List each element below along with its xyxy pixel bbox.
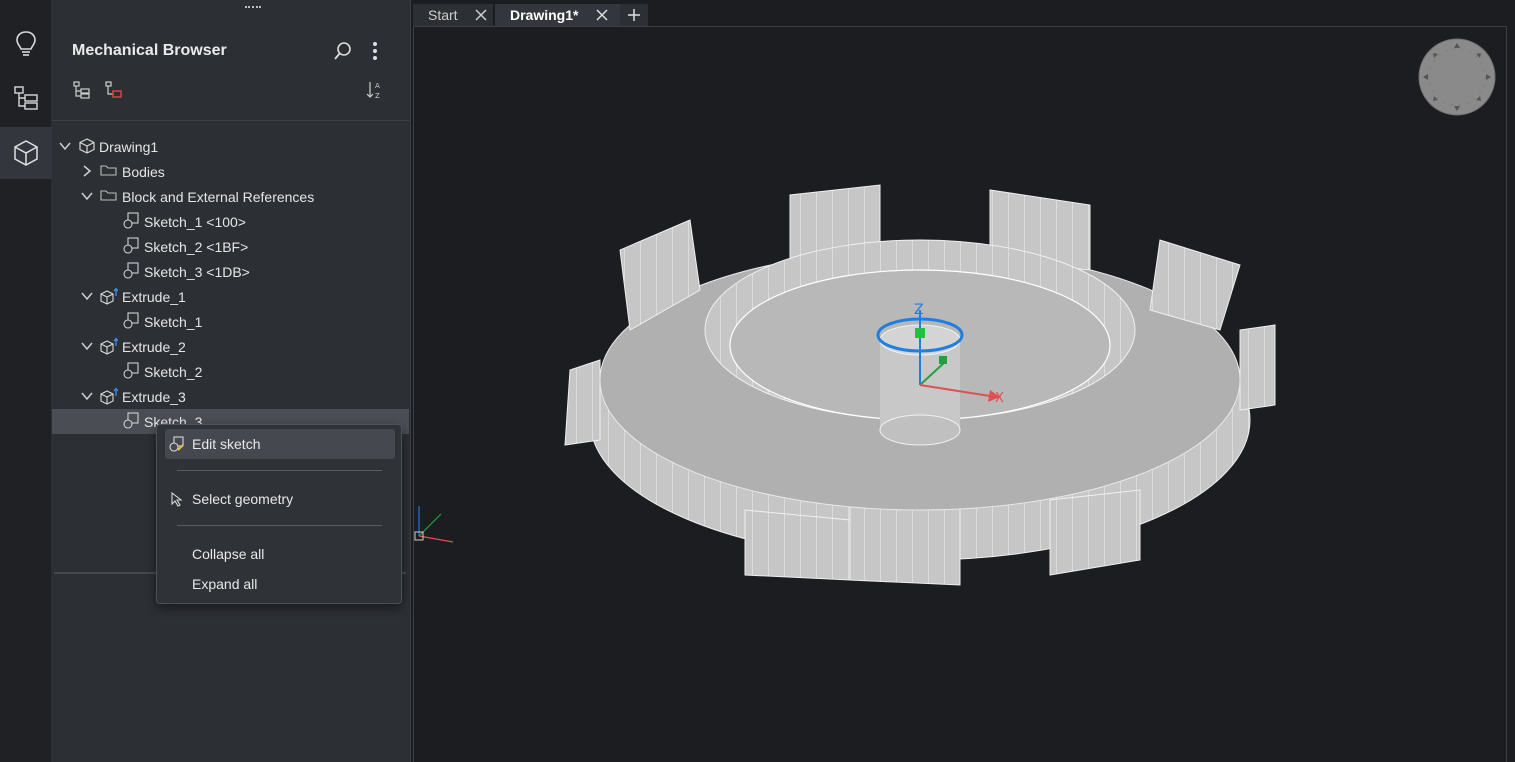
lightbulb-icon[interactable] (0, 18, 52, 70)
folder-icon (100, 187, 118, 205)
mechanical-browser-icon[interactable] (0, 127, 52, 179)
tree-row-sketch3-ref[interactable]: Sketch_3 <1DB> (52, 259, 409, 284)
menu-separator (177, 470, 382, 471)
chevron-down-icon[interactable] (80, 189, 94, 203)
ucs-axis-icon (413, 506, 457, 550)
sort-az-icon[interactable]: AZ (366, 80, 386, 100)
context-menu: Edit sketch Select geometry Collapse all… (156, 424, 402, 604)
menu-separator (177, 525, 382, 526)
browser-tree-red-icon[interactable] (104, 80, 124, 100)
navigation-wheel[interactable] (1418, 38, 1496, 116)
tab-drawing1[interactable]: Drawing1* (495, 4, 631, 26)
tree-row-drawing1[interactable]: Drawing1 (52, 134, 409, 159)
document-tab-bar: Start Drawing1* (413, 0, 1515, 26)
tree-row-sketch1-ref[interactable]: Sketch_1 <100> (52, 209, 409, 234)
chevron-down-icon[interactable] (80, 389, 94, 403)
left-rail (0, 0, 52, 762)
tree-row-extrude2[interactable]: Extrude_2 (52, 334, 409, 359)
new-tab-button[interactable] (620, 4, 648, 26)
tree-row-bodies[interactable]: Bodies (52, 159, 409, 184)
extrude-icon (100, 287, 119, 305)
tree-row-block-references[interactable]: Block and External References (52, 184, 409, 209)
sketch-icon (122, 362, 140, 380)
browser-filter-icon[interactable] (72, 80, 92, 100)
svg-text:A: A (375, 82, 380, 90)
mechanical-browser-panel: Mechanical Browser AZ Drawing1 Bodies Bl… (52, 0, 411, 762)
chevron-down-icon[interactable] (80, 339, 94, 353)
sketch-icon (122, 262, 140, 280)
extrude-icon (100, 387, 119, 405)
chevron-right-icon[interactable] (80, 164, 94, 178)
gizmo-x-label: X (995, 391, 1004, 406)
tree-row-sketch2-ref[interactable]: Sketch_2 <1BF> (52, 234, 409, 259)
menu-item-expand-all[interactable]: Expand all (165, 569, 395, 599)
extrude-icon (100, 337, 119, 355)
panel-title: Mechanical Browser (72, 42, 227, 59)
tree-row-sketch2[interactable]: Sketch_2 (52, 359, 409, 384)
search-icon[interactable] (332, 40, 354, 62)
sketch-icon (122, 237, 140, 255)
sketch-icon (122, 312, 140, 330)
drawing-icon (78, 137, 96, 155)
tree-row-extrude3[interactable]: Extrude_3 (52, 384, 409, 409)
folder-icon (100, 162, 118, 180)
tree-row-extrude1[interactable]: Extrude_1 (52, 284, 409, 309)
panel-divider (52, 120, 411, 121)
chevron-down-icon[interactable] (58, 139, 72, 153)
sketch-icon (122, 212, 140, 230)
tree-row-sketch1[interactable]: Sketch_1 (52, 309, 409, 334)
gear-3d-model[interactable]: Z X (560, 180, 1280, 590)
gizmo-z-label: Z (914, 302, 924, 318)
menu-item-edit-sketch[interactable]: Edit sketch (165, 429, 395, 459)
structure-tree-icon[interactable] (0, 72, 52, 124)
menu-item-select-geometry[interactable]: Select geometry (165, 484, 395, 514)
tab-start[interactable]: Start (413, 4, 493, 26)
panel-drag-handle[interactable] (245, 6, 261, 9)
cursor-arrow-icon (169, 491, 185, 507)
close-icon[interactable] (474, 8, 488, 22)
more-options-icon[interactable] (364, 40, 386, 62)
svg-text:Z: Z (375, 92, 380, 100)
close-icon[interactable] (595, 8, 609, 22)
edit-sketch-icon (169, 436, 185, 452)
sketch-icon (122, 412, 140, 430)
chevron-down-icon[interactable] (80, 289, 94, 303)
menu-item-collapse-all[interactable]: Collapse all (165, 539, 395, 569)
